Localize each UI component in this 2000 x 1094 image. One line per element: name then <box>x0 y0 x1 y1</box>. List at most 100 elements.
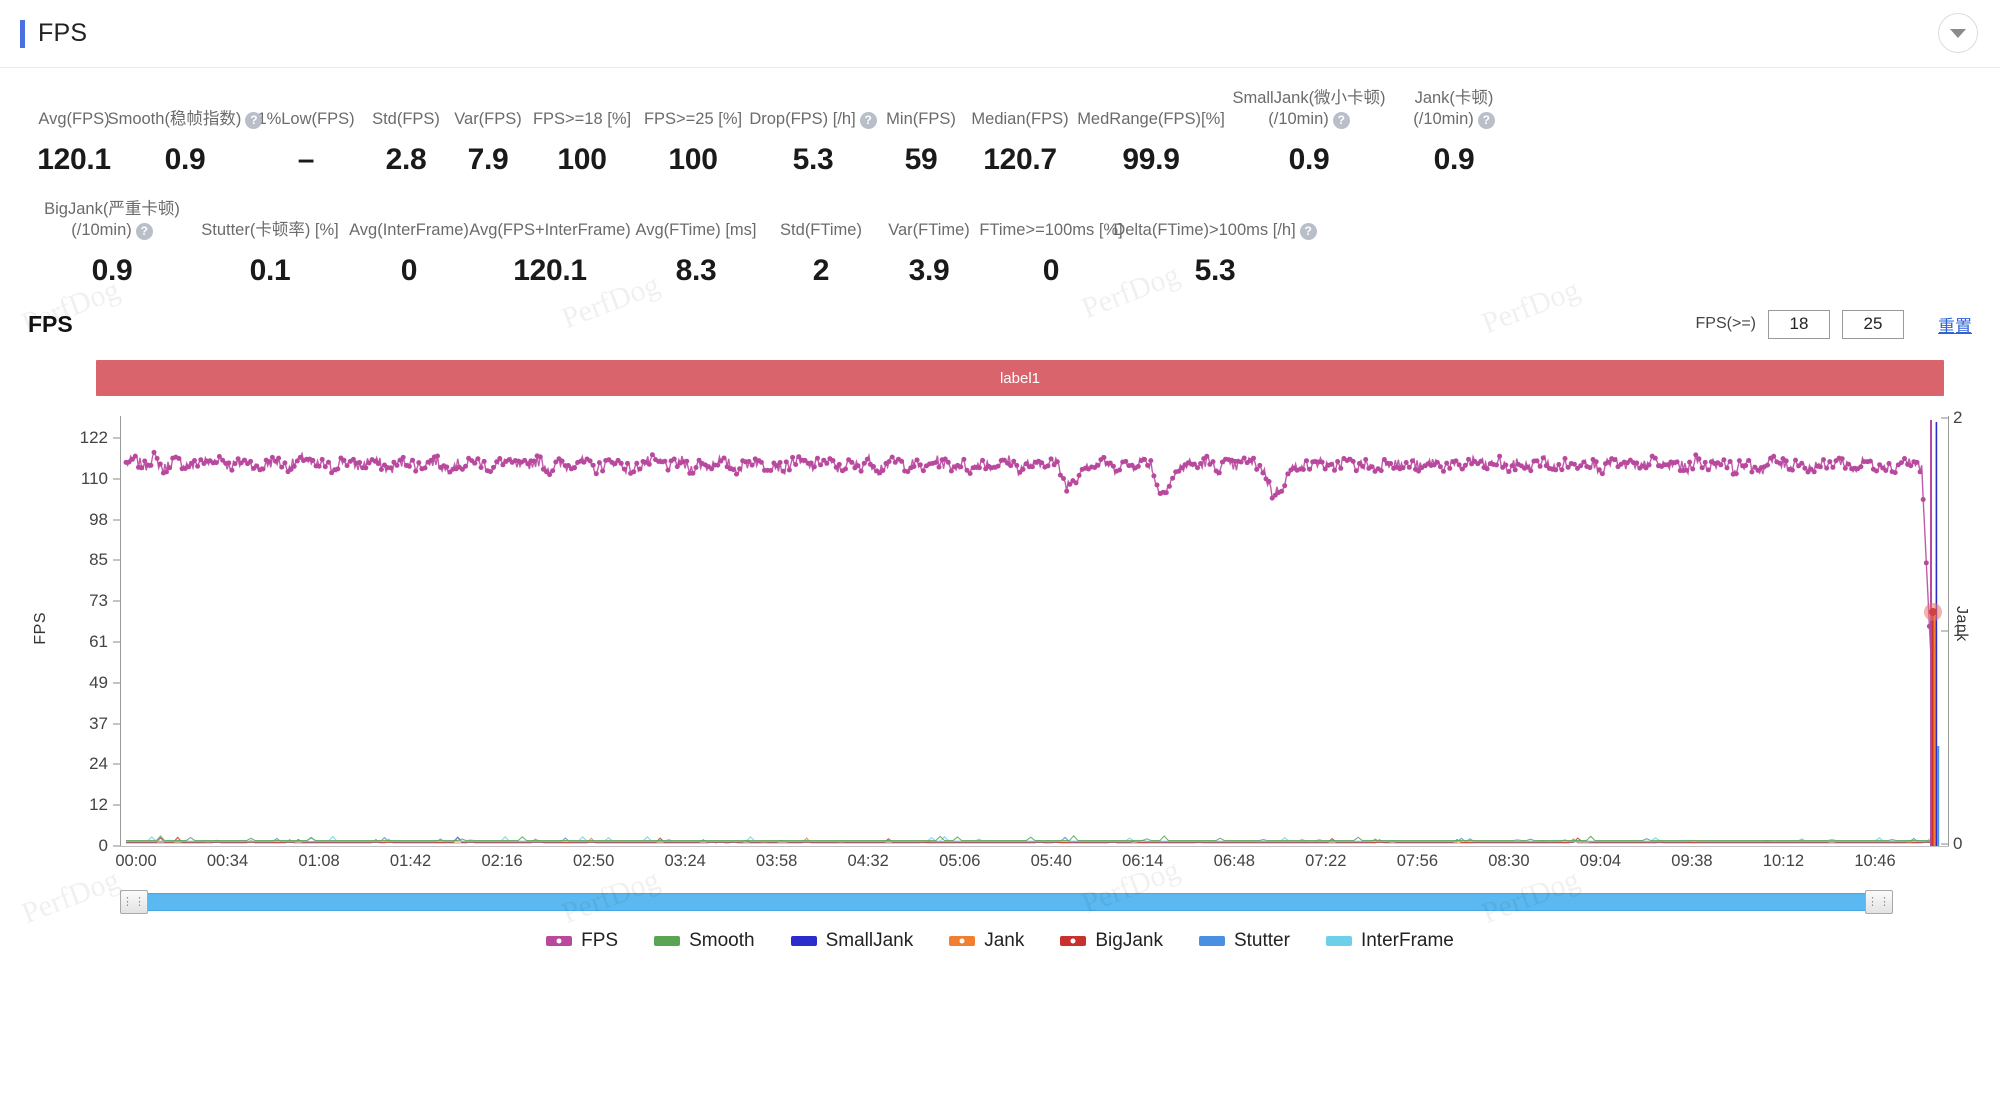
range-slider-handle-right[interactable]: ⋮⋮ <box>1865 890 1893 914</box>
metric-label-text: (/10min) <box>71 221 132 239</box>
y-tick-mark <box>113 682 120 684</box>
help-icon[interactable]: ? <box>1299 223 1317 240</box>
legend-item-fps[interactable]: FPS <box>546 930 618 952</box>
metric-label-text: Var(FTime) <box>888 221 970 239</box>
metric-cell: Median(FPS) 120.7 <box>964 109 1076 177</box>
metric-label-wrap: Drop(FPS) [/h]? <box>749 109 877 130</box>
metric-label-wrap: Jank(卡顿) (/10min)? <box>1413 88 1495 130</box>
metric-label-wrap: SmallJank(微小卡顿) (/10min)? <box>1232 88 1386 130</box>
metric-cell: BigJank(严重卡顿) (/10min)? 0.9 <box>28 199 196 288</box>
header-accent-bar <box>20 19 25 48</box>
metric-label-wrap: Median(FPS) <box>971 109 1068 130</box>
metric-label: Smooth(稳帧指数)? <box>108 109 263 130</box>
metric-cell: Smooth(稳帧指数)? 0.9 <box>108 109 263 177</box>
metric-value: – <box>297 143 315 176</box>
legend-item-smalljank[interactable]: SmallJank <box>790 930 914 952</box>
metric-cell: Stutter(卡顿率) [%] 0.1 <box>196 220 344 288</box>
metric-label-wrap: Stutter(卡顿率) [%] <box>201 220 339 241</box>
metric-value: 0 <box>1042 254 1060 287</box>
metric-label: Var(FPS) <box>454 109 522 130</box>
metric-label-wrap: Std(FTime) <box>780 220 862 241</box>
legend-item-jank[interactable]: Jank <box>949 930 1024 952</box>
metric-value: 59 <box>904 143 938 176</box>
metric-label-wrap: BigJank(严重卡顿) (/10min)? <box>44 199 180 241</box>
help-icon[interactable]: ? <box>859 112 877 129</box>
metric-value: 100 <box>557 143 607 176</box>
help-icon[interactable]: ? <box>1332 112 1350 129</box>
y-tick-mark <box>113 845 120 847</box>
legend-label: Jank <box>984 930 1025 951</box>
legend-item-stutter[interactable]: Stutter <box>1198 930 1290 952</box>
x-tick-label: 06:48 <box>1213 852 1255 870</box>
legend-label: Stutter <box>1233 930 1290 951</box>
legend-item-bigjank[interactable]: BigJank <box>1060 930 1163 952</box>
metric-value: 0.1 <box>249 254 291 287</box>
legend-swatch-icon <box>1325 936 1352 946</box>
fps-threshold-low-input[interactable] <box>1768 309 1830 339</box>
page-header: FPS <box>0 0 2000 68</box>
help-icon[interactable]: ? <box>1477 112 1495 129</box>
range-slider-handle-left[interactable]: ⋮⋮ <box>120 890 148 914</box>
metric-label-line2: (/10min)? <box>1413 109 1495 130</box>
metric-label-text: Std(FPS) <box>372 110 440 128</box>
metric-value: 8.3 <box>675 254 717 287</box>
legend-label: FPS <box>581 930 619 951</box>
metric-label-wrap: FTime>=100ms [%] <box>979 220 1122 241</box>
x-tick-label: 10:12 <box>1762 852 1805 870</box>
metric-value: 7.9 <box>467 143 509 176</box>
legend-item-interframe[interactable]: InterFrame <box>1325 930 1454 952</box>
metric-label-wrap: Var(FTime) <box>888 220 970 241</box>
collapse-toggle-button[interactable] <box>1938 13 1978 53</box>
metric-label: MedRange(FPS)[%] <box>1077 109 1225 130</box>
y-tick-label: 37 <box>89 713 108 733</box>
x-axis-ticks: 00:00 00:34 01:08 01:42 02:16 02:50 03:24 03:58… <box>28 852 1972 880</box>
metric-label-text: MedRange(FPS)[%] <box>1077 110 1225 128</box>
legend-label: SmallJank <box>825 930 914 951</box>
y-tick-label: 73 <box>89 591 108 611</box>
scene-label-band[interactable]: label1 <box>96 360 1944 396</box>
metric-value: 0.9 <box>91 254 133 287</box>
x-tick-label: 10:46 <box>1854 852 1896 870</box>
chart-legend: FPS Smooth SmallJank Jank BigJank Stutter Inte… <box>28 926 1972 956</box>
metric-label-text: FPS>=25 [%] <box>643 110 743 128</box>
y-tick-label: 98 <box>89 509 108 529</box>
metric-cell: Avg(FPS+InterFrame) 120.1 <box>469 220 631 288</box>
legend-label: InterFrame <box>1360 930 1454 951</box>
y-tick-label: 110 <box>80 468 108 488</box>
metric-label-text: (/10min) <box>1413 110 1474 128</box>
metric-label-text: Smooth(稳帧指数) <box>107 110 242 128</box>
metric-label: Min(FPS) <box>886 109 956 130</box>
metrics-row-2: BigJank(严重卡顿) (/10min)? 0.9 Stutter(卡顿率) [%… <box>28 199 1972 288</box>
help-icon[interactable]: ? <box>135 223 153 240</box>
y2-tick-label: 2 <box>1953 408 1963 427</box>
x-tick-label: 06:14 <box>1122 852 1164 870</box>
reset-link[interactable]: 重置 <box>1938 312 1972 337</box>
metric-label-line2: (/10min)? <box>1268 109 1350 130</box>
legend-item-smooth[interactable]: Smooth <box>654 930 755 952</box>
y-tick-label: 12 <box>89 795 108 815</box>
metric-label: SmallJank(微小卡顿) <box>1232 89 1386 107</box>
y-tick-label: 85 <box>89 550 108 570</box>
metric-label-text: Avg(FTime) [ms] <box>635 221 757 239</box>
metric-label-wrap: Smooth(稳帧指数)? <box>108 109 263 130</box>
plot-canvas[interactable] <box>120 416 1949 846</box>
fps-threshold-high-input[interactable] <box>1842 309 1904 339</box>
y-tick-label: 24 <box>89 754 108 774</box>
metric-label-text: Avg(InterFrame) <box>349 221 469 239</box>
chart-controls: FPS(>=) 重置 <box>1695 309 1972 339</box>
range-slider[interactable]: ⋮⋮ ⋮⋮ <box>28 890 1972 914</box>
y-tick-mark <box>113 559 120 561</box>
metric-label-wrap: Std(FPS) <box>372 109 440 130</box>
metric-label: Std(FTime) <box>780 220 862 241</box>
metric-label: Avg(InterFrame) <box>349 220 469 241</box>
metric-cell: Drop(FPS) [/h]? 5.3 <box>748 109 878 177</box>
metric-value: 2 <box>812 254 830 287</box>
metric-label: BigJank(严重卡顿) <box>44 200 180 218</box>
metric-value: 5.3 <box>792 143 834 176</box>
x-tick-label: 03:24 <box>664 852 706 870</box>
range-slider-track[interactable] <box>120 893 1893 911</box>
metric-label: Stutter(卡顿率) [%] <box>201 220 339 241</box>
fps-threshold-label: FPS(>=) <box>1695 315 1756 332</box>
x-tick-label: 05:06 <box>939 852 981 870</box>
x-tick-label: 07:22 <box>1305 852 1347 870</box>
